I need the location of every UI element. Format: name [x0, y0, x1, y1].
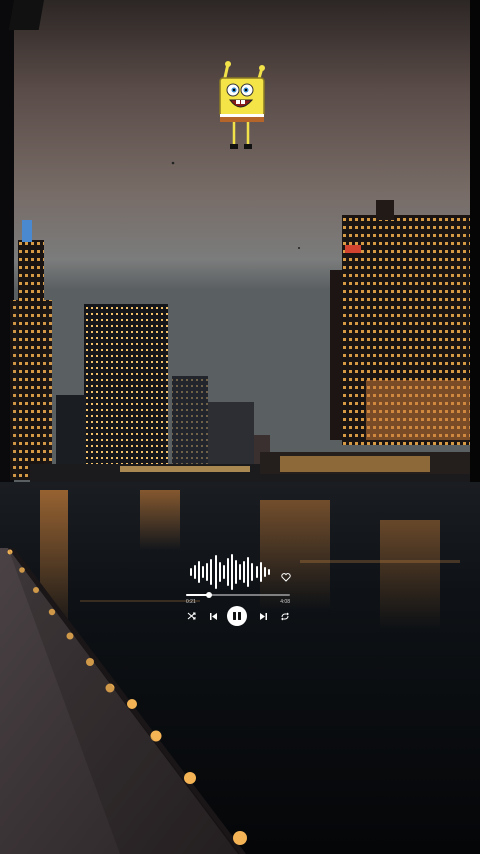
skip-previous-icon[interactable]	[207, 606, 219, 626]
waveform-bar	[235, 560, 238, 584]
waveform-bar	[222, 565, 225, 579]
skip-next-icon[interactable]	[257, 606, 269, 626]
right-building	[330, 200, 470, 445]
waveform-bar	[198, 561, 201, 583]
waveform-bar	[210, 559, 213, 585]
audio-waveform	[190, 552, 270, 592]
waveform-bar	[206, 563, 209, 581]
shuffle-icon[interactable]	[185, 606, 197, 626]
repeat-icon[interactable]	[279, 606, 291, 626]
waveform-bar	[259, 562, 262, 582]
waveform-bar	[255, 566, 258, 578]
heart-icon[interactable]	[279, 570, 293, 584]
waveform-bar	[263, 567, 266, 577]
video-frame: 0:21 4:08	[0, 0, 480, 854]
waveform-bar	[214, 555, 217, 589]
spongebob-sticker	[212, 60, 270, 158]
waveform-bar	[202, 566, 205, 578]
waveform-bar	[226, 558, 229, 586]
waveform-bar	[190, 568, 192, 576]
waveform-bar	[243, 561, 246, 583]
waveform-bar	[230, 554, 233, 590]
waveform-bar	[239, 564, 242, 580]
waveform-bar	[267, 569, 270, 575]
progress-thumb[interactable]	[205, 592, 212, 598]
waveform-bar	[218, 562, 221, 582]
total-duration: 4:08	[280, 599, 290, 605]
music-player-widget: 0:21 4:08	[180, 548, 296, 632]
pause-icon	[227, 606, 247, 626]
play-pause-button[interactable]	[227, 606, 247, 626]
waveform-bar	[251, 563, 254, 581]
waveform-bar	[194, 565, 197, 579]
elapsed-time: 0:21	[186, 599, 196, 605]
waveform-bar	[247, 557, 250, 587]
playback-progress-bar[interactable]	[186, 592, 290, 598]
